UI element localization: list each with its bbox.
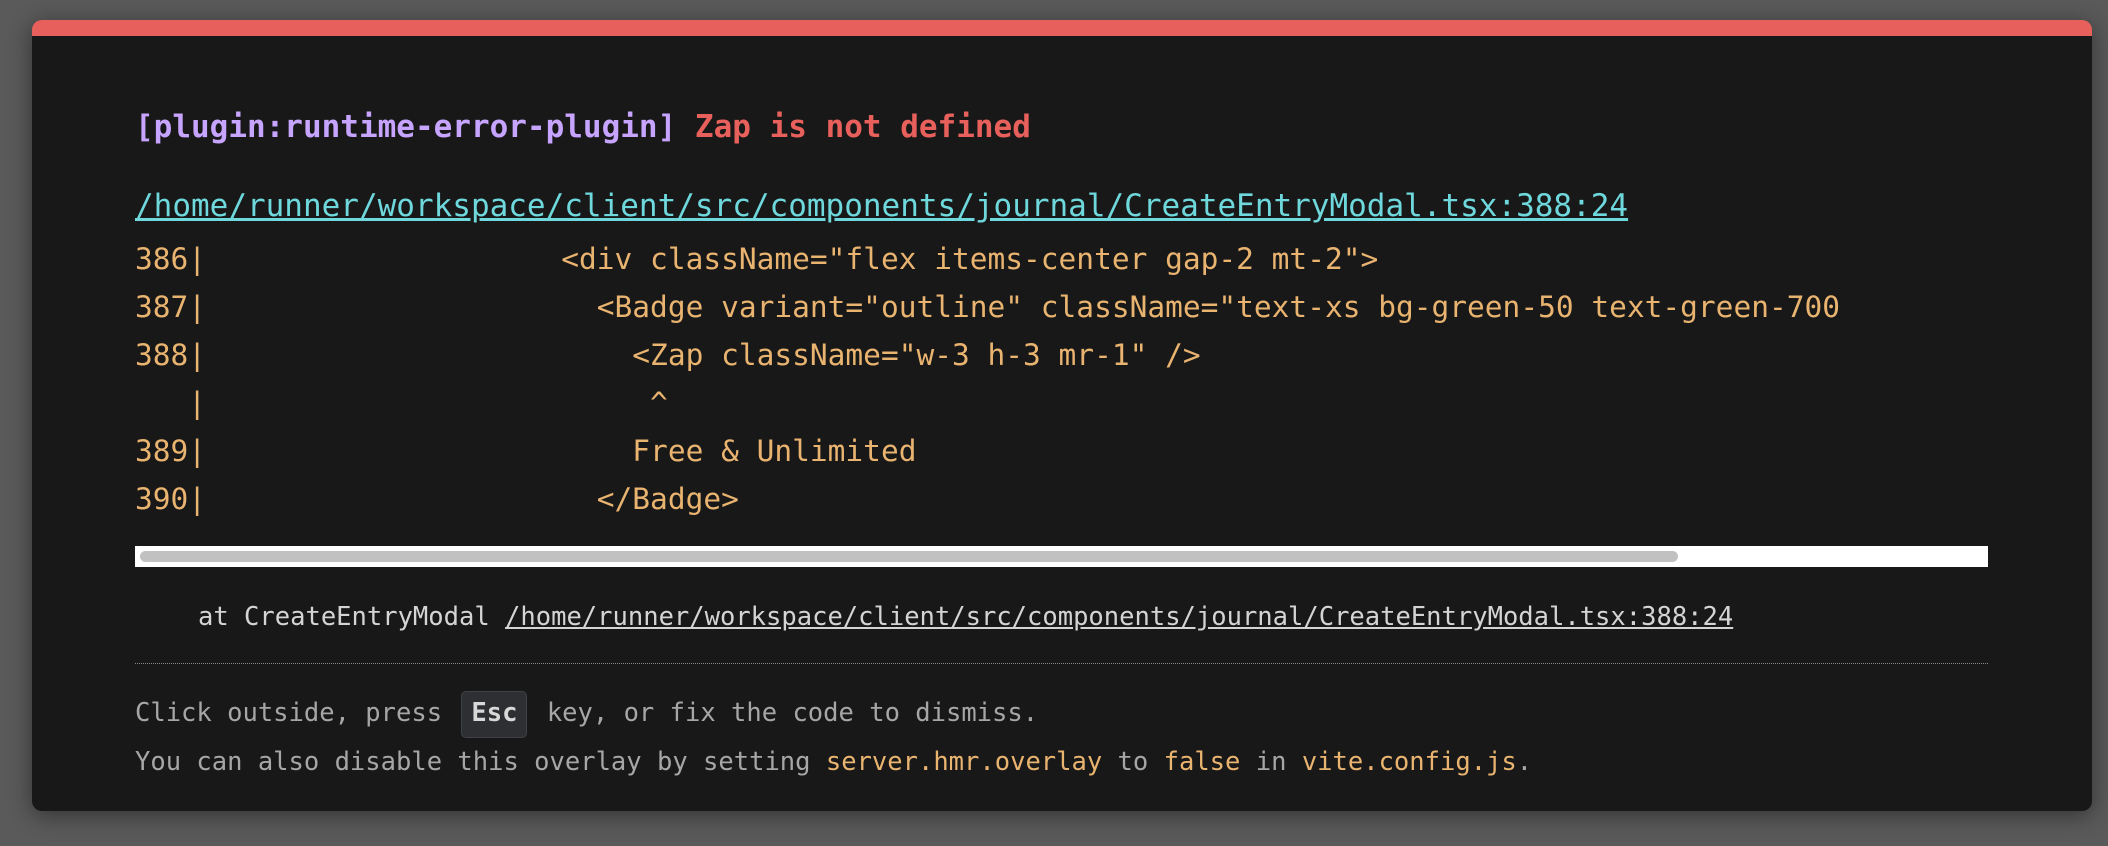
divider [135,663,1988,664]
error-file-link[interactable]: /home/runner/workspace/client/src/compon… [135,191,1628,222]
error-text: Zap is not defined [694,109,1031,145]
overlay-config-tip: You can also disable this overlay by set… [135,747,1533,777]
tip-text: in [1240,747,1302,777]
tip-text: to [1102,747,1164,777]
error-message: [plugin:runtime-error-plugin] Zap is not… [135,112,1031,143]
code-line: 388| <Zap className="w-3 h-3 mr-1" /> [135,338,1201,372]
stack-file-link[interactable]: /home/runner/workspace/client/src/compon… [505,602,1733,632]
tip-text: Click outside, press [135,698,458,728]
tip-text: . [1516,747,1533,777]
code-frame[interactable]: 386| <div className="flex items-center g… [135,245,1988,565]
code-line: 389| Free & Unlimited [135,434,917,468]
stack-prefix: at CreateEntryModal [198,602,506,632]
tip-text: You can also disable this overlay by set… [135,747,826,777]
esc-key: Esc [461,691,528,738]
page[interactable]: { "error": { "plugin": "[plugin:runtime-… [0,0,2108,846]
dismiss-tip: Click outside, press Esc key, or fix the… [135,691,1039,738]
code-line: 387| <Badge variant="outline" className=… [135,290,1841,324]
code-line: 390| </Badge> [135,482,739,516]
tip-text: key, or fix the code to dismiss. [531,698,1039,728]
setting-value: false [1163,747,1241,777]
scrollbar-thumb[interactable] [140,551,1678,562]
horizontal-scrollbar[interactable] [135,546,1988,567]
config-file-name: vite.config.js [1301,747,1517,777]
code-line: 386| <div className="flex items-center g… [135,245,1379,276]
plugin-tag: [plugin:runtime-error-plugin] [135,109,677,145]
error-overlay: [plugin:runtime-error-plugin] Zap is not… [32,20,2092,811]
stack-trace: at CreateEntryModal /home/runner/workspa… [198,602,1733,632]
setting-name: server.hmr.overlay [825,747,1103,777]
code-line-caret: | ^ [135,386,668,420]
